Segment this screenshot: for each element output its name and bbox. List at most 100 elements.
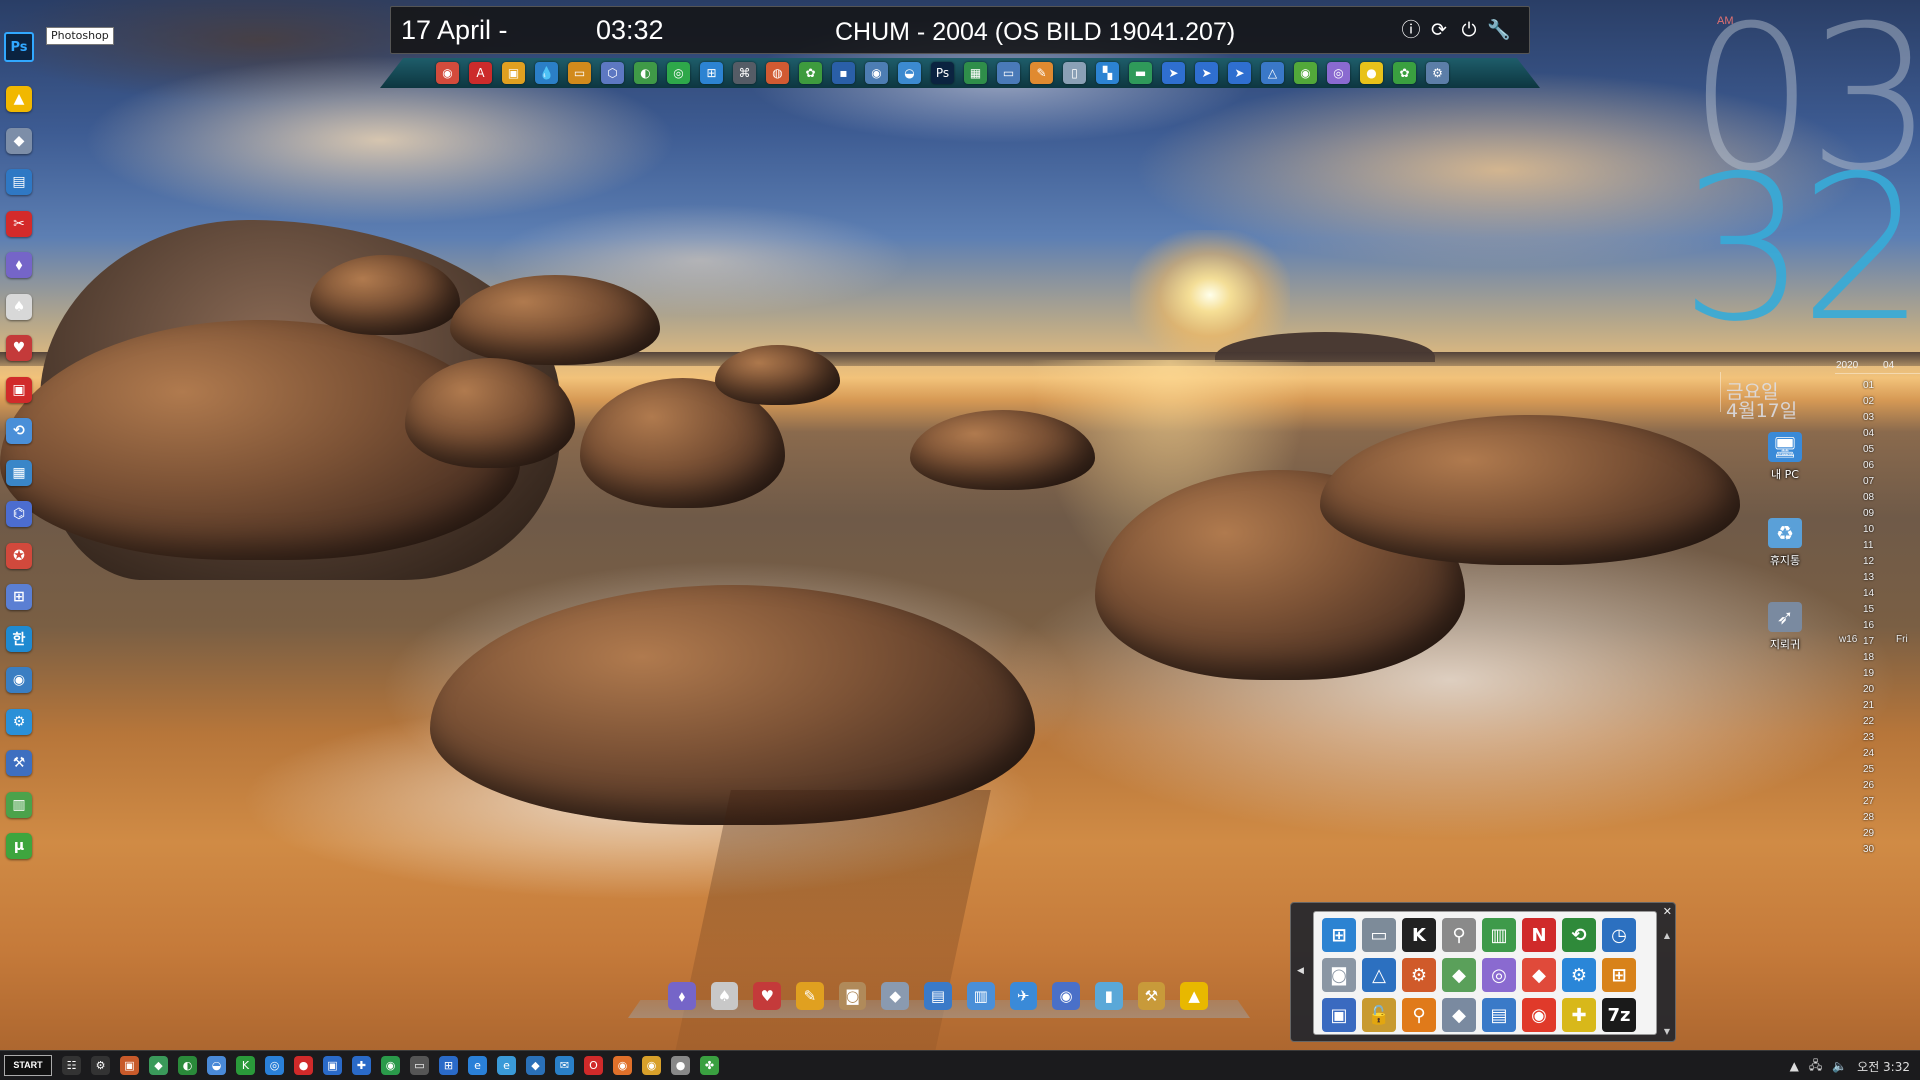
triangle-drive-icon[interactable]: △ — [1362, 958, 1396, 992]
network-icon[interactable]: ⌬ — [6, 501, 32, 527]
floppy-icon[interactable]: ▪ — [832, 62, 855, 84]
desktop-icon-recycle-bin[interactable]: ♻ 휴지통 — [1750, 518, 1820, 568]
ccleaner-task-icon[interactable]: ◐ — [178, 1056, 197, 1075]
settings-task-icon[interactable]: ⚙ — [91, 1056, 110, 1075]
paint-icon[interactable]: ✎ — [1030, 62, 1053, 84]
globe-task-icon[interactable]: ◉ — [381, 1056, 400, 1075]
disk-tool-icon[interactable]: ◐ — [634, 62, 657, 84]
tray-chevron-icon[interactable]: ▲ — [1790, 1059, 1799, 1073]
usb-icon[interactable]: ⚲ — [1442, 918, 1476, 952]
firefox-task-icon[interactable]: ◉ — [613, 1056, 632, 1075]
eraser-icon[interactable]: ◆ — [6, 127, 32, 154]
gear-disk-icon[interactable]: ⚙ — [1402, 958, 1436, 992]
frog-icon[interactable]: ✿ — [799, 62, 822, 84]
airplane-icon[interactable]: ✈ — [1009, 982, 1038, 1010]
windows-logo-icon[interactable]: ⊞ — [1322, 918, 1356, 952]
scroll-up-icon[interactable]: ▲ — [1664, 931, 1670, 940]
settings-icon[interactable]: ⚙ — [6, 708, 32, 735]
laptop-icon[interactable]: ▤ — [924, 982, 952, 1010]
windows-tools-icon[interactable]: ⊞ — [6, 584, 32, 610]
windows-task-icon[interactable]: ⊞ — [439, 1056, 458, 1075]
close-icon[interactable]: ✕ — [1663, 905, 1672, 918]
start-tiles-icon[interactable]: ▚ — [1096, 62, 1119, 84]
monitor-task-icon[interactable]: ▭ — [410, 1056, 429, 1075]
dvd-icon[interactable]: ◎ — [1482, 958, 1516, 992]
backup-icon[interactable]: ◉ — [6, 667, 32, 693]
paint-palette-icon[interactable]: ✎ — [796, 982, 824, 1010]
camera-plus-icon[interactable]: ◉ — [1522, 998, 1556, 1032]
puzzle-icon[interactable]: ✚ — [1562, 998, 1596, 1032]
chevron-left-icon[interactable]: ◀ — [1297, 966, 1304, 976]
remote-desktop-icon[interactable]: ▤ — [6, 169, 32, 195]
arrow-blue-3-icon[interactable]: ➤ — [1228, 62, 1251, 84]
photoshop-mini-icon[interactable]: Ps — [931, 62, 954, 84]
disc-icon[interactable]: ◎ — [1327, 62, 1350, 84]
camera-icon[interactable]: ◙ — [838, 982, 867, 1010]
freecell-dock-icon[interactable]: ♥ — [753, 982, 782, 1010]
windows-classic-icon[interactable]: ⊞ — [1602, 958, 1636, 992]
window-switch-icon[interactable]: ▭ — [568, 62, 591, 84]
aimp-icon[interactable]: ▲ — [6, 86, 32, 112]
cubes-icon[interactable]: ◆ — [1442, 958, 1476, 992]
spider-solitaire-icon[interactable]: ♠ — [710, 982, 739, 1010]
media-icon[interactable]: ◒ — [898, 62, 921, 84]
cylinder-icon[interactable]: ▮ — [1094, 982, 1123, 1010]
aimp-dock-icon[interactable]: ▲ — [1180, 982, 1208, 1010]
box-task-icon[interactable]: ▣ — [323, 1056, 342, 1075]
green-globe-icon[interactable]: ◉ — [1294, 62, 1317, 84]
volume-icon[interactable]: 🔈 — [1832, 1059, 1847, 1073]
restart-icon[interactable]: ⟳ — [1427, 19, 1451, 43]
wrench-icon[interactable]: 🔧 — [1487, 19, 1511, 43]
yellow-circle-icon[interactable]: ● — [1360, 62, 1383, 84]
browser-icon[interactable]: ◍ — [766, 62, 789, 84]
time-machine-icon[interactable]: ◷ — [1602, 918, 1636, 952]
webcam-icon[interactable]: ◉ — [865, 62, 888, 84]
desktop-icon-pointer[interactable]: ➶ 지뢰귀 — [1750, 602, 1820, 652]
scissors-icon[interactable]: ✂ — [6, 210, 32, 237]
water-drop-icon[interactable]: 💧 — [535, 62, 558, 84]
magnifier-icon[interactable]: ⚲ — [1402, 998, 1436, 1032]
spotify-icon[interactable]: ◎ — [667, 62, 690, 84]
desktop-icon-my-pc[interactable]: 🖥 내 PC — [1750, 432, 1820, 482]
pickaxe-icon[interactable]: ⚒ — [1137, 982, 1166, 1010]
k-app-icon[interactable]: K — [1402, 918, 1436, 952]
cog-blue-icon[interactable]: ⚙ — [1562, 958, 1596, 992]
lock-icon[interactable]: 🔓 — [1362, 998, 1396, 1032]
power-icon[interactable]: ⏻ — [1457, 19, 1481, 43]
task-view-icon[interactable]: ☷ — [62, 1056, 81, 1075]
edge-task-icon[interactable]: ◎ — [265, 1056, 284, 1075]
photo-viewer-icon[interactable]: ▣ — [502, 62, 525, 84]
acrobat-icon[interactable]: A — [469, 62, 492, 84]
arrow-blue-2-icon[interactable]: ➤ — [1195, 62, 1218, 84]
file-manager-icon[interactable]: ▦ — [6, 459, 32, 486]
installer-icon[interactable]: ⬧ — [668, 982, 696, 1010]
monitor-icon[interactable]: ▭ — [997, 62, 1020, 84]
network-pc-icon[interactable]: ▤ — [1482, 998, 1516, 1032]
7zip-icon[interactable]: 7z — [1602, 998, 1636, 1032]
ie-task-icon[interactable]: e — [468, 1056, 487, 1075]
notepad-icon[interactable]: ▯ — [1063, 62, 1086, 84]
photo-task-icon[interactable]: ▣ — [120, 1056, 139, 1075]
car-task-icon[interactable]: ◒ — [207, 1056, 226, 1075]
circle-task-icon[interactable]: ● — [671, 1056, 690, 1075]
computer-screen-icon[interactable]: ▣ — [1322, 998, 1356, 1032]
photoshop-icon[interactable]: Ps — [4, 32, 34, 62]
cube-task-icon[interactable]: ◆ — [149, 1056, 168, 1075]
ie2-task-icon[interactable]: e — [497, 1056, 516, 1075]
spreadsheet-icon[interactable]: ▦ — [964, 62, 987, 84]
freecell-icon[interactable]: ♥ — [6, 335, 32, 361]
eraser-panel-icon[interactable]: ◆ — [1442, 998, 1476, 1032]
documents-icon[interactable]: ▥ — [966, 982, 995, 1010]
globe-dock-icon[interactable]: ◉ — [1052, 982, 1080, 1010]
program-installer-icon[interactable]: ⬧ — [6, 252, 32, 278]
screen-recorder-icon[interactable]: ▣ — [6, 376, 32, 403]
scroll-down-icon[interactable]: ▼ — [1664, 1027, 1670, 1036]
virtualbox-icon[interactable]: ⬡ — [601, 62, 624, 84]
arrow-blue-1-icon[interactable]: ➤ — [1162, 62, 1185, 84]
display-icon[interactable]: ▬ — [1129, 62, 1152, 84]
utorrent-icon[interactable]: µ — [6, 833, 32, 859]
hard-drive-icon[interactable]: ▭ — [1362, 918, 1396, 952]
plus-task-icon[interactable]: ✚ — [352, 1056, 371, 1075]
bird-task-icon[interactable]: ◆ — [526, 1056, 545, 1075]
tray-clock[interactable]: 오전 3:32 — [1857, 1058, 1910, 1075]
